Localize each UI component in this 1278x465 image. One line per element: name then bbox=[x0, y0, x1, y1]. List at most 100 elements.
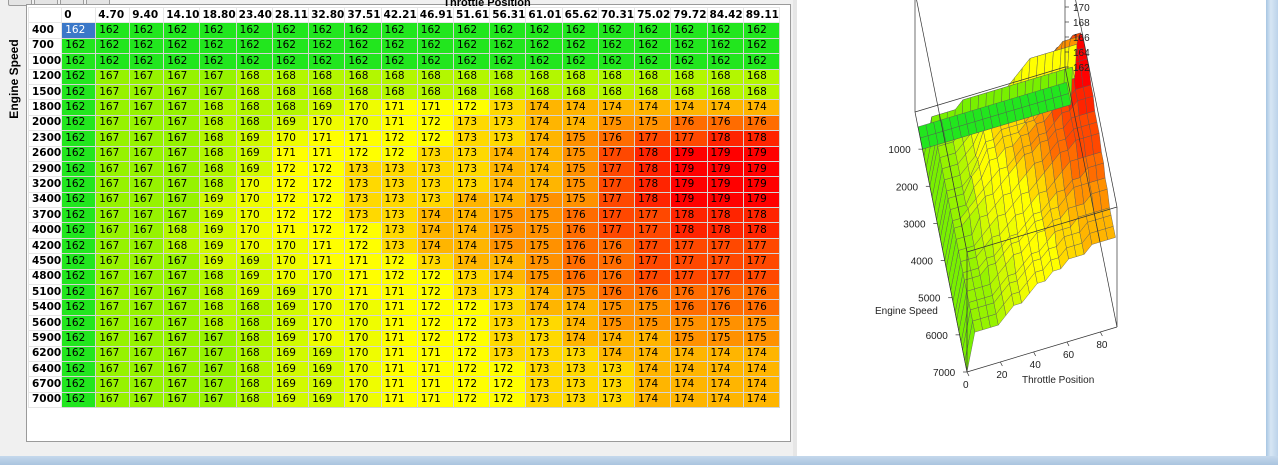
table-cell[interactable]: 168 bbox=[670, 68, 708, 85]
table-cell[interactable]: 169 bbox=[199, 191, 237, 209]
table-cell[interactable]: 171 bbox=[271, 145, 310, 162]
table-cell[interactable]: 167 bbox=[163, 191, 201, 209]
table-cell[interactable]: 162 bbox=[452, 22, 491, 39]
table-cell[interactable]: 169 bbox=[271, 314, 310, 332]
surface-plot-pane[interactable]: 0204060801000200030004000500060007000178… bbox=[797, 0, 1266, 456]
table-cell[interactable]: 167 bbox=[163, 83, 201, 101]
table-cell[interactable]: 174 bbox=[452, 191, 491, 209]
table-cell[interactable]: 177 bbox=[634, 253, 672, 270]
table-cell[interactable]: 178 bbox=[670, 207, 708, 224]
table-cell[interactable]: 162 bbox=[597, 53, 636, 70]
table-cell[interactable]: 171 bbox=[308, 130, 346, 147]
table-cell[interactable]: 178 bbox=[706, 130, 744, 147]
table-cell[interactable]: 174 bbox=[525, 284, 563, 301]
table-cell[interactable]: 168 bbox=[199, 130, 237, 147]
table-cell[interactable]: 174 bbox=[670, 391, 708, 409]
table-cell[interactable]: 173 bbox=[525, 330, 563, 347]
table-cell[interactable]: 168 bbox=[742, 68, 780, 85]
table-cell[interactable]: 168 bbox=[561, 83, 599, 101]
table-cell[interactable]: 171 bbox=[344, 130, 382, 147]
table-cell[interactable]: 162 bbox=[61, 268, 97, 286]
table-cell[interactable]: 167 bbox=[199, 330, 237, 347]
table-cell[interactable]: 170 bbox=[235, 222, 273, 239]
table-cell[interactable]: 167 bbox=[129, 191, 165, 209]
table-cell[interactable]: 170 bbox=[344, 345, 382, 362]
table-cell[interactable]: 162 bbox=[235, 22, 273, 39]
table-cell[interactable]: 172 bbox=[452, 360, 491, 378]
table-cell[interactable]: 176 bbox=[597, 253, 636, 270]
table-cell[interactable]: 167 bbox=[129, 160, 165, 178]
table-cell[interactable]: 174 bbox=[706, 99, 744, 116]
table-cell[interactable]: 167 bbox=[95, 222, 131, 239]
table-cell[interactable]: 162 bbox=[61, 376, 97, 393]
table-cell[interactable]: 167 bbox=[129, 114, 165, 132]
table-cell[interactable]: 168 bbox=[670, 83, 708, 101]
table-cell[interactable]: 162 bbox=[597, 37, 636, 55]
table-cell[interactable]: 167 bbox=[95, 145, 131, 162]
table-cell[interactable]: 167 bbox=[163, 391, 201, 409]
table-cell[interactable]: 175 bbox=[489, 222, 527, 239]
table-cell[interactable]: 176 bbox=[706, 114, 744, 132]
table-cell[interactable]: 168 bbox=[489, 68, 527, 85]
table-cell[interactable]: 170 bbox=[344, 330, 382, 347]
table-cell[interactable]: 174 bbox=[634, 391, 672, 409]
table-cell[interactable]: 169 bbox=[199, 222, 237, 239]
table-cell[interactable]: 172 bbox=[308, 222, 346, 239]
table-cell[interactable]: 173 bbox=[489, 345, 527, 362]
table-cell[interactable]: 174 bbox=[525, 299, 563, 316]
table-cell[interactable]: 177 bbox=[742, 268, 780, 286]
table-cell[interactable]: 171 bbox=[380, 376, 418, 393]
table-cell[interactable]: 169 bbox=[271, 284, 310, 301]
table-cell[interactable]: 169 bbox=[235, 130, 273, 147]
table-cell[interactable]: 170 bbox=[344, 114, 382, 132]
table-cell[interactable]: 172 bbox=[271, 176, 310, 193]
table-cell[interactable]: 167 bbox=[199, 376, 237, 393]
table-cell[interactable]: 170 bbox=[308, 114, 346, 132]
table-cell[interactable]: 177 bbox=[634, 207, 672, 224]
table-cell[interactable]: 162 bbox=[634, 53, 672, 70]
table-cell[interactable]: 179 bbox=[670, 160, 708, 178]
table-cell[interactable]: 162 bbox=[61, 222, 97, 239]
table-cell[interactable]: 162 bbox=[489, 53, 527, 70]
table-cell[interactable]: 162 bbox=[199, 22, 237, 39]
table-cell[interactable]: 173 bbox=[525, 360, 563, 378]
table-cell[interactable]: 177 bbox=[706, 237, 744, 255]
table-cell[interactable]: 167 bbox=[129, 391, 165, 409]
table-cell[interactable]: 174 bbox=[742, 99, 780, 116]
table-cell[interactable]: 168 bbox=[235, 345, 273, 362]
table-cell[interactable]: 168 bbox=[199, 99, 237, 116]
table-cell[interactable]: 162 bbox=[561, 37, 599, 55]
table-cell[interactable]: 167 bbox=[129, 207, 165, 224]
table-cell[interactable]: 169 bbox=[199, 207, 237, 224]
table-cell[interactable]: 169 bbox=[308, 360, 346, 378]
table-cell[interactable]: 167 bbox=[163, 207, 201, 224]
table-cell[interactable]: 162 bbox=[61, 83, 97, 101]
table-cell[interactable]: 162 bbox=[61, 284, 97, 301]
table-cell[interactable]: 162 bbox=[61, 345, 97, 362]
table-cell[interactable]: 170 bbox=[344, 99, 382, 116]
table-cell[interactable]: 172 bbox=[416, 114, 454, 132]
table-cell[interactable]: 175 bbox=[597, 114, 636, 132]
table-cell[interactable]: 162 bbox=[380, 37, 418, 55]
table-cell[interactable]: 162 bbox=[235, 37, 273, 55]
table-cell[interactable]: 168 bbox=[235, 360, 273, 378]
table-cell[interactable]: 167 bbox=[163, 268, 201, 286]
table-cell[interactable]: 173 bbox=[525, 391, 563, 409]
table-cell[interactable]: 168 bbox=[235, 83, 273, 101]
table-cell[interactable]: 172 bbox=[380, 253, 418, 270]
table-cell[interactable]: 171 bbox=[416, 99, 454, 116]
table-cell[interactable]: 167 bbox=[95, 391, 131, 409]
table-cell[interactable]: 168 bbox=[525, 83, 563, 101]
table-cell[interactable]: 171 bbox=[416, 345, 454, 362]
table-cell[interactable]: 174 bbox=[706, 345, 744, 362]
table-cell[interactable]: 171 bbox=[380, 360, 418, 378]
table-cell[interactable]: 168 bbox=[597, 68, 636, 85]
table-cell[interactable]: 162 bbox=[61, 360, 97, 378]
table-cell[interactable]: 168 bbox=[199, 145, 237, 162]
table-cell[interactable]: 167 bbox=[129, 99, 165, 116]
table-cell[interactable]: 174 bbox=[561, 330, 599, 347]
table-cell[interactable]: 177 bbox=[670, 237, 708, 255]
table-cell[interactable]: 170 bbox=[235, 237, 273, 255]
table-cell[interactable]: 162 bbox=[61, 130, 97, 147]
table-cell[interactable]: 171 bbox=[308, 145, 346, 162]
